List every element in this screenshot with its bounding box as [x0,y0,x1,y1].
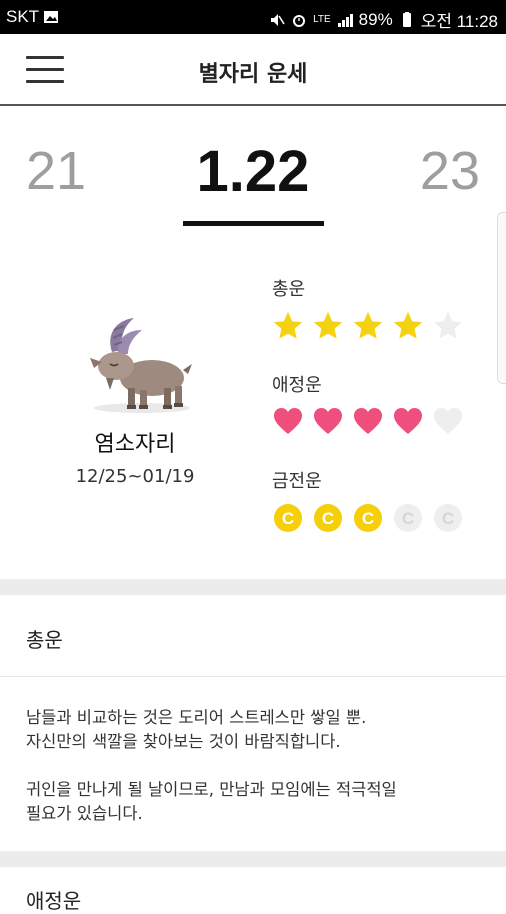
section-body-overall: 남들과 비교하는 것은 도리어 스트레스만 쌓일 뿐. 자신만의 색깔을 찾아보… [26,708,397,823]
sign-name: 염소자리 [94,432,176,457]
alarm-icon [293,14,306,27]
svg-text:C: C [322,509,334,528]
battery-icon [402,11,411,27]
status-bar: SKT LTE 89% 오전 11:28 [0,0,506,34]
coin-icon: C [354,504,382,532]
heart-icon [314,408,342,434]
mute-icon [271,13,285,26]
rating-label-overall: 총운 [272,279,306,300]
svg-text:C: C [362,509,374,528]
carrier-label: SKT [6,7,40,26]
battery-percent: 89% [358,9,393,29]
rating-label-love: 애정운 [272,375,322,396]
clock: 오전 11:28 [420,12,498,31]
section-title-overall: 총운 [26,628,63,652]
coin-icon: C [314,504,342,532]
star-icon [434,312,462,339]
star-icon [314,312,342,339]
rating-money-coins: CCCCC [272,502,464,534]
coin-icon: C [274,504,302,532]
star-icon [274,312,302,339]
svg-text:C: C [442,509,454,528]
rating-overall-stars [272,310,464,342]
heart-icon [274,408,302,434]
star-icon [354,312,382,339]
section-separator [0,579,506,595]
side-drawer-handle[interactable] [497,212,506,384]
svg-text:C: C [402,509,414,528]
sign-date-range: 12/25~01/19 [75,466,195,487]
rating-label-money: 금전운 [272,471,322,492]
heart-icon [394,408,422,434]
capricorn-goat-icon [90,318,192,413]
app-bar: 별자리 운세 [0,34,506,106]
date-selected-indicator [183,221,324,226]
lte-label: LTE [313,14,331,25]
section-separator [0,851,506,867]
signal-icon [337,13,353,27]
heart-icon [354,408,382,434]
heart-icon [434,408,462,434]
page-title: 별자리 운세 [198,62,308,87]
star-icon [394,312,422,339]
rating-love-hearts [272,405,464,437]
coin-icon: C [394,504,422,532]
coin-icon: C [434,504,462,532]
svg-text:C: C [282,509,294,528]
next-date-button[interactable]: 23 [420,140,480,202]
image-icon [44,11,59,23]
section-divider [0,676,506,677]
